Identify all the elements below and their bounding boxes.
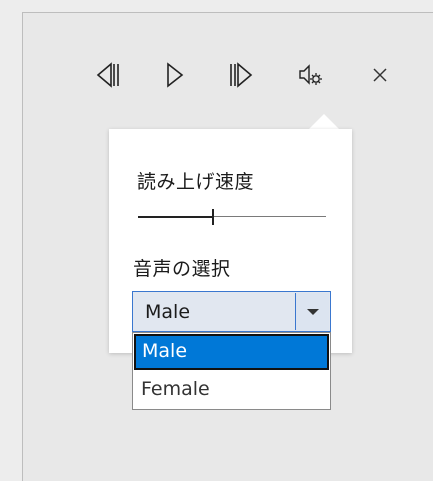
close-icon [373,68,387,82]
voice-option-female[interactable]: Female [133,371,330,408]
play-button[interactable] [157,58,191,92]
voice-select[interactable]: Male [132,291,331,332]
skip-previous-icon [96,62,119,88]
close-button[interactable] [363,58,397,92]
skip-next-icon [230,62,253,88]
voice-option-male[interactable]: Male [134,334,329,370]
voice-settings-icon [299,64,322,85]
voice-select-value: Male [145,301,191,323]
voice-settings-button[interactable] [294,58,328,92]
slider-thumb[interactable] [212,209,214,225]
reading-speed-label: 読み上げ速度 [137,171,255,193]
voice-selection-label: 音声の選択 [133,258,231,280]
previous-button[interactable] [91,58,125,92]
play-icon [167,62,184,88]
voice-options-list: Male Female [132,332,331,410]
voice-select-dropdown-button[interactable] [295,293,329,330]
slider-filled-track [138,216,213,218]
popup-pointer [309,114,339,129]
next-button[interactable] [224,58,258,92]
chevron-down-icon [306,308,319,315]
slider-empty-track [213,216,326,217]
reading-speed-slider[interactable] [138,207,326,227]
